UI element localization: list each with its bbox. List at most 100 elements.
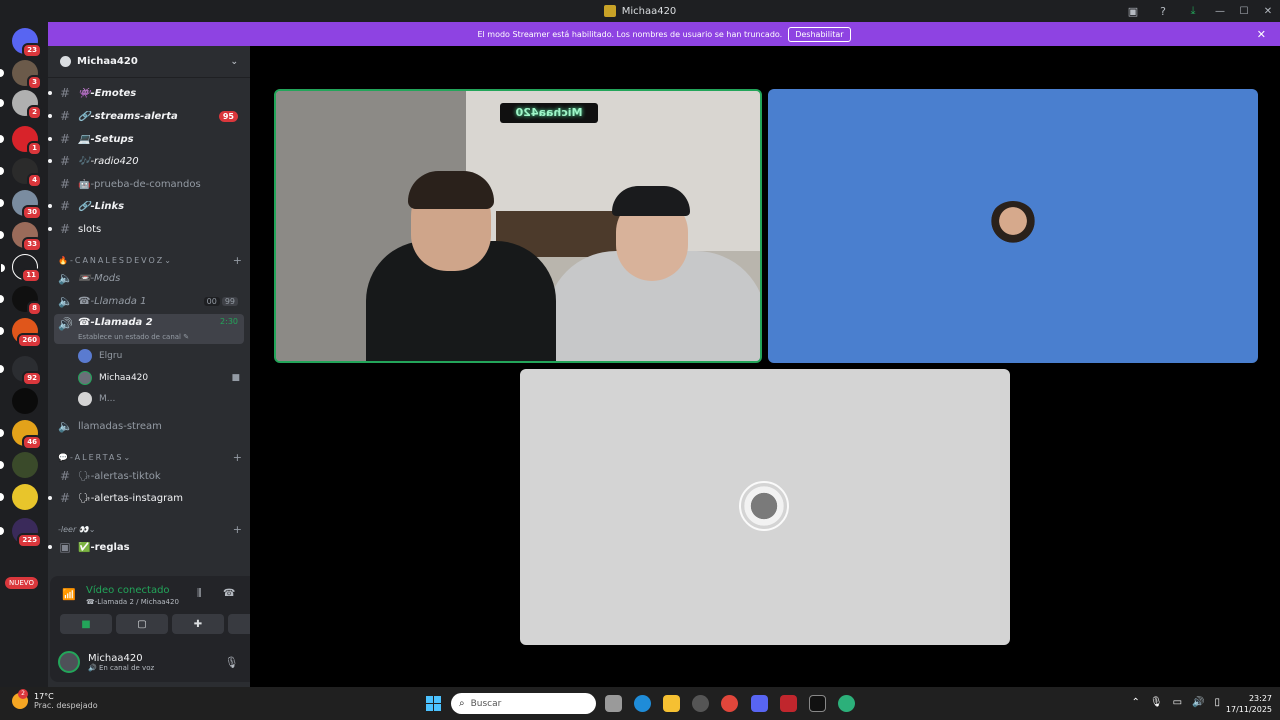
server-icon[interactable]: 92 — [0, 356, 42, 386]
voice-user[interactable]: M... — [78, 390, 115, 408]
server-icon[interactable]: 46 — [0, 420, 42, 450]
channel-links[interactable]: # 🔗-Links — [48, 196, 244, 216]
microphone-icon[interactable]: 🎙 — [224, 656, 238, 669]
hash-icon: # — [59, 154, 71, 168]
channel-name: 👾-Emotes — [78, 87, 137, 99]
add-channel-icon[interactable]: + — [233, 523, 242, 536]
camera-button[interactable]: ■ — [60, 614, 112, 634]
server-direct-messages[interactable]: 23 — [12, 28, 42, 58]
user-status: 🔊 En canal de voz — [88, 664, 154, 672]
noise-suppression-icon[interactable]: ⫼ — [197, 588, 202, 599]
voice-status-subtitle[interactable]: ☎-Llamada 2 / Michaa420 — [86, 598, 179, 606]
temperature: 17°C — [34, 692, 54, 701]
server-icon[interactable]: 2 — [0, 90, 42, 120]
hash-icon: # — [59, 491, 71, 505]
server-icon[interactable]: 11 — [1, 254, 41, 283]
server-icon[interactable] — [12, 388, 38, 414]
voice-status-title[interactable]: Vídeo conectado — [86, 585, 170, 596]
call-timer: 2:30 — [220, 317, 238, 326]
channel-setups[interactable]: # 💻-Setups — [48, 129, 244, 149]
category-leer[interactable]: -leer 👀 ⌄ + — [58, 523, 242, 536]
voice-channel-llamada-1[interactable]: 🔈 ☎-Llamada 1 00 99 — [54, 291, 244, 311]
voice-user[interactable]: Elgru — [78, 347, 122, 365]
server-badge: 8 — [27, 301, 42, 316]
disconnect-icon[interactable]: ☎ — [223, 588, 235, 599]
taskbar-clock[interactable]: 23:27 17/11/2025 — [1226, 693, 1272, 715]
speaker-icon: 🔈 — [58, 271, 73, 285]
add-channel-icon[interactable]: + — [233, 451, 242, 464]
channel-alertas-instagram[interactable]: # 🗣-alertas-instagram — [48, 488, 244, 508]
server-icon[interactable]: 33 — [0, 222, 42, 252]
maximize-button[interactable]: ☐ — [1232, 0, 1256, 22]
channel-radio420[interactable]: # 🎶-radio420 — [48, 151, 244, 171]
channel-reglas[interactable]: ▣ ✅-reglas — [48, 537, 244, 557]
server-icon[interactable]: 260 — [0, 318, 42, 348]
task-view-icon[interactable] — [605, 695, 622, 712]
channel-emotes[interactable]: # 👾-Emotes — [48, 83, 244, 103]
speaker-icon: 🔈 — [58, 419, 73, 433]
close-icon[interactable]: ✕ — [1257, 28, 1266, 41]
discord-icon[interactable] — [751, 695, 768, 712]
server-icon[interactable]: 1 — [0, 126, 42, 156]
disable-streamer-mode-button[interactable]: Deshabilitar — [788, 26, 851, 42]
battery-icon[interactable]: ▯ — [1214, 697, 1220, 708]
inbox-icon[interactable]: ▣ — [1118, 0, 1148, 22]
windows-start-icon[interactable] — [426, 696, 441, 711]
download-icon[interactable]: ⤓ — [1178, 0, 1208, 22]
voice-channel-llamadas-stream[interactable]: 🔈 llamadas-stream — [54, 416, 244, 436]
clock-time: 23:27 — [1248, 694, 1272, 703]
chrome-profile-icon[interactable] — [838, 695, 855, 712]
video-tile-user[interactable] — [768, 89, 1258, 363]
server-icon[interactable]: 8 — [0, 286, 42, 316]
video-tile-camera[interactable]: Michaa420 — [274, 89, 762, 363]
user-count: 00 — [203, 296, 220, 306]
new-unreads-pill[interactable]: NUEVO — [5, 577, 38, 589]
voice-channel-mods[interactable]: 🔈 📼-Mods — [54, 268, 244, 288]
channel-name: 🗣-alertas-tiktok — [78, 470, 161, 482]
channel-status-prompt[interactable]: Establece un estado de canal ✎ — [78, 333, 189, 341]
weather-widget[interactable]: 2 17°C Prac. despejado — [12, 689, 98, 710]
chrome-icon[interactable] — [721, 695, 738, 712]
close-window-button[interactable]: ✕ — [1256, 0, 1280, 22]
channel-slots[interactable]: # slots — [48, 219, 244, 239]
channel-prueba-de-comandos[interactable]: # 🤖-prueba-de-comandos — [54, 174, 244, 194]
epic-games-icon[interactable] — [809, 695, 826, 712]
category-canales-de-voz[interactable]: 🔥 -CANALESDEVOZ ⌄ + — [58, 254, 242, 267]
file-explorer-icon[interactable] — [663, 695, 680, 712]
channel-alertas-tiktok[interactable]: # 🗣-alertas-tiktok — [54, 466, 244, 486]
channel-name: ✅-reglas — [78, 541, 130, 553]
add-channel-icon[interactable]: + — [233, 254, 242, 267]
server-icon[interactable]: 30 — [0, 190, 42, 220]
taskbar-search[interactable]: ⌕ Buscar — [451, 693, 596, 714]
signal-icon[interactable]: 📶 — [62, 588, 76, 601]
network-icon[interactable]: ▭ — [1173, 697, 1182, 708]
unread-pip — [0, 135, 4, 143]
volume-icon[interactable]: 🔊 — [1192, 697, 1204, 708]
unread-pip — [0, 231, 4, 239]
edge-icon[interactable] — [634, 695, 651, 712]
minimize-button[interactable]: — — [1208, 0, 1232, 22]
activities-button[interactable]: ✚ — [172, 614, 224, 634]
category-alertas[interactable]: 💬 -ALERTAS ⌄ + — [58, 451, 242, 464]
voice-user[interactable]: Michaa420 ■ — [78, 369, 240, 387]
server-icon[interactable]: 4 — [0, 158, 42, 188]
rules-icon: ▣ — [59, 540, 71, 554]
server-badge: 260 — [17, 333, 42, 348]
microphone-icon[interactable]: 🎙 — [1150, 697, 1163, 708]
server-icon[interactable] — [0, 452, 38, 478]
screen-share-button[interactable]: ▢ — [116, 614, 168, 634]
search-placeholder: Buscar — [470, 698, 502, 709]
guild-header[interactable]: Michaa420 ⌄ — [48, 46, 250, 78]
steam-icon[interactable] — [692, 695, 709, 712]
avatar[interactable] — [58, 651, 80, 673]
server-icon[interactable] — [0, 484, 38, 510]
channel-streams-alerta[interactable]: # 🔗-streams-alerta 95 — [48, 106, 244, 126]
chevron-up-icon[interactable]: ⌃ — [1131, 697, 1139, 708]
unread-dot — [48, 496, 52, 500]
help-icon[interactable]: ? — [1148, 0, 1178, 22]
server-icon[interactable]: 225 — [0, 518, 42, 548]
voicemeeter-icon[interactable] — [780, 695, 797, 712]
video-tile-user[interactable] — [520, 369, 1010, 645]
server-icon[interactable]: 3 — [0, 60, 42, 90]
hash-icon: # — [59, 199, 71, 213]
